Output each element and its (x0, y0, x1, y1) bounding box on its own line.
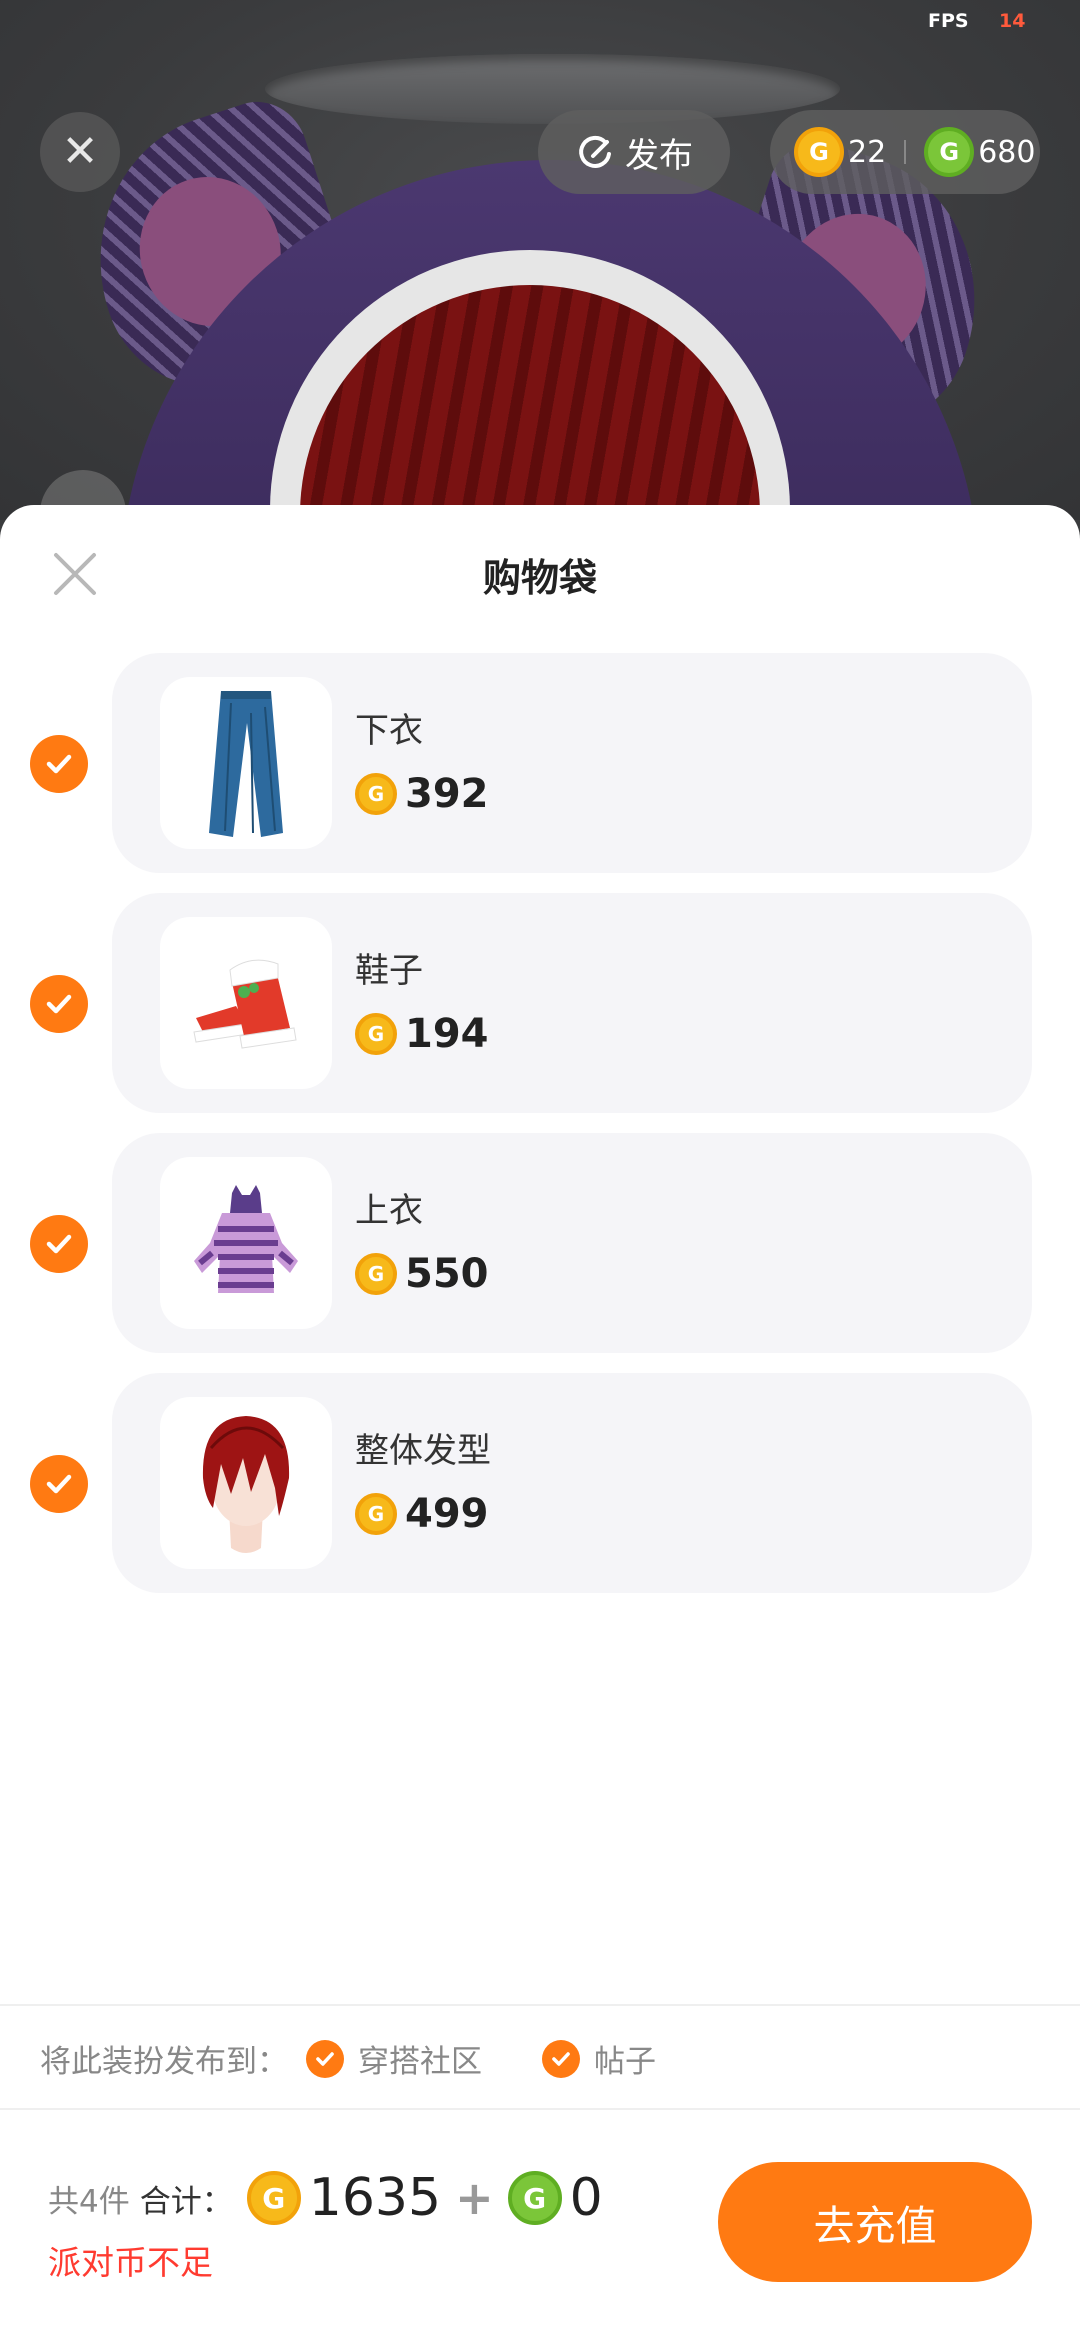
item-name: 下衣 (355, 711, 423, 751)
divider (0, 2004, 1080, 2006)
item-card[interactable]: 下衣 G 392 (112, 653, 1032, 873)
gold-coin-balance: 22 (848, 134, 887, 170)
gold-coin-icon: G (246, 2171, 301, 2225)
fps-value: 14 (999, 10, 1026, 32)
green-coin-icon: G (507, 2171, 562, 2225)
gold-coin-icon: G (355, 1253, 397, 1295)
gold-coin-icon: G (355, 1013, 397, 1055)
total-label: 合计： (139, 2183, 233, 2220)
item-name: 上衣 (355, 1191, 423, 1231)
cart-item[interactable]: 鞋子 G 194 (0, 893, 1080, 1113)
check-icon (46, 754, 72, 774)
insufficient-balance-warning: 派对币不足 (48, 2243, 213, 2282)
item-price: G 550 (355, 1251, 489, 1297)
item-price: G 194 (355, 1011, 489, 1057)
cart-item[interactable]: 上衣 G 550 (0, 1133, 1080, 1353)
publish-label: 发布 (625, 135, 693, 176)
item-name: 鞋子 (355, 951, 423, 991)
gold-coin-icon: G (794, 127, 844, 177)
plus-sign: + (455, 2171, 494, 2225)
gold-total: 1635 (308, 2168, 442, 2228)
cart-item[interactable]: 下衣 G 392 (0, 653, 1080, 873)
check-icon (46, 1474, 72, 1494)
item-count: 共4件 (48, 2183, 130, 2220)
fps-label: FPS (928, 10, 969, 32)
check-icon (306, 2039, 344, 2078)
check-icon (46, 994, 72, 1014)
publish-to-label: 将此装扮发布到： (40, 2044, 288, 2080)
item-price-value: 392 (405, 771, 489, 817)
green-coin-icon: G (924, 127, 975, 177)
item-card[interactable]: 整体发型 G 499 (112, 1373, 1032, 1593)
item-price-value: 550 (405, 1251, 489, 1297)
close-editor-button[interactable]: ✕ (40, 112, 120, 192)
publish-icon (579, 135, 611, 168)
gold-coin-icon: G (355, 1493, 397, 1535)
item-price-value: 499 (405, 1491, 489, 1537)
publish-option-community[interactable]: 穿搭社区 (306, 2036, 482, 2081)
item-price-value: 194 (405, 1011, 489, 1057)
green-total: 0 (569, 2168, 603, 2228)
publish-option-label: 穿搭社区 (358, 2044, 482, 2080)
hoodie-icon (160, 1157, 332, 1329)
avatar-preview[interactable] (0, 0, 1080, 520)
green-coin-balance: 680 (978, 134, 1036, 170)
currency-balance[interactable]: G 22 G 680 (770, 110, 1040, 194)
order-summary: 共4件 合计： G 1635 + G 0 派对币不足 (48, 2168, 603, 2284)
publish-option-post[interactable]: 帖子 (542, 2036, 656, 2081)
divider (904, 140, 907, 164)
close-icon: ✕ (61, 126, 99, 177)
item-checkbox[interactable] (30, 735, 88, 793)
item-checkbox[interactable] (30, 975, 88, 1033)
divider (0, 2108, 1080, 2110)
pants-icon (160, 677, 332, 849)
check-icon (542, 2039, 580, 2078)
publish-option-label: 帖子 (594, 2044, 656, 2080)
item-price: G 499 (355, 1491, 489, 1537)
gold-coin-icon: G (355, 773, 397, 815)
publish-button[interactable]: 发布 (538, 110, 730, 194)
cart-item[interactable]: 整体发型 G 499 (0, 1373, 1080, 1593)
sheet-title: 购物袋 (482, 556, 597, 600)
publish-to-row: 将此装扮发布到： 穿搭社区 帖子 (40, 2036, 656, 2081)
check-icon (46, 1234, 72, 1254)
item-card[interactable]: 鞋子 G 194 (112, 893, 1032, 1113)
item-card[interactable]: 上衣 G 550 (112, 1133, 1032, 1353)
item-name: 整体发型 (355, 1431, 491, 1471)
halo-accessory (265, 54, 840, 124)
recharge-button[interactable]: 去充值 (718, 2162, 1032, 2282)
hair-icon (160, 1397, 332, 1569)
item-checkbox[interactable] (30, 1455, 88, 1513)
item-price: G 392 (355, 771, 489, 817)
item-checkbox[interactable] (30, 1215, 88, 1273)
shoes-icon (160, 917, 332, 1089)
